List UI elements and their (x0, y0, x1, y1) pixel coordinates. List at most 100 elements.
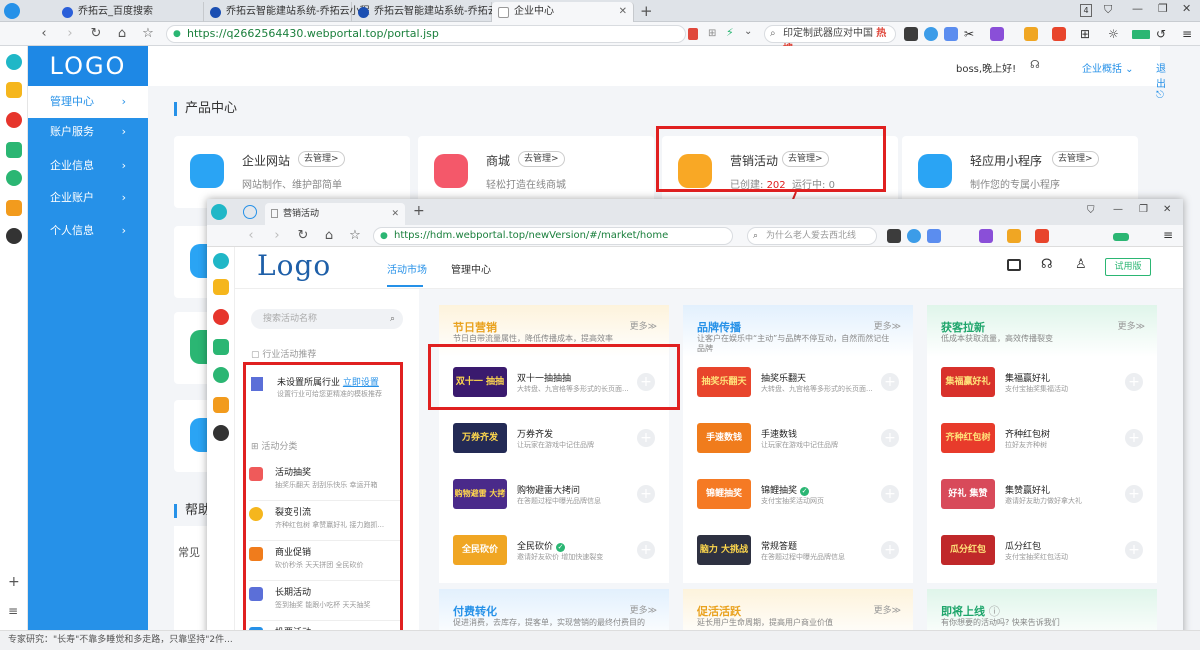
trial-button[interactable]: 试用版 (1105, 258, 1151, 276)
nav-market[interactable]: 活动市场 (387, 261, 427, 276)
address-input[interactable]: ● https://hdm.webportal.top/newVersion/#/… (373, 227, 733, 245)
activity-item[interactable]: 好礼 集赞 集赞赢好礼 邀请好友助力做好拿大礼 + (941, 475, 1147, 519)
close-icon[interactable]: ✕ (619, 2, 627, 22)
sidebar-item-company-account[interactable]: 企业账户 › (28, 182, 148, 214)
back-icon[interactable]: ‹ (243, 228, 259, 244)
product-card-website[interactable]: 企业网站 去管理> 网站制作、维护部简单 (174, 136, 410, 208)
address-input[interactable]: ● https://q2662564430.webportal.top/porta… (166, 25, 686, 43)
add-icon[interactable]: + (8, 574, 20, 590)
briefcase-icon[interactable] (1007, 259, 1021, 271)
sidebar-item-personal[interactable]: 个人信息 › (28, 215, 148, 247)
app-icon[interactable] (904, 27, 918, 41)
browser-tab[interactable]: 乔拓云_百度搜索 (56, 2, 204, 22)
shield-icon[interactable] (688, 28, 698, 40)
mail-icon[interactable] (213, 339, 229, 355)
game-icon[interactable] (1035, 229, 1049, 243)
add-icon[interactable]: + (881, 373, 899, 391)
activity-item[interactable]: 集福赢好礼 集福赢好礼 支付宝抽奖集福活动 + (941, 363, 1147, 407)
forward-icon[interactable]: › (62, 26, 78, 42)
activity-item[interactable]: 万券齐发 万券齐发 让玩家在游戏中记住品牌 + (453, 419, 659, 463)
menu-icon[interactable]: ≡ (1182, 27, 1196, 41)
app-icon[interactable] (924, 27, 938, 41)
bolt-icon[interactable]: ⚡ (726, 26, 734, 39)
browser-tab[interactable]: 乔拓云智能建站系统-乔拓云小程 (352, 2, 518, 22)
home-icon[interactable]: ⌂ (114, 26, 130, 42)
app-icon[interactable] (990, 27, 1004, 41)
app-icon[interactable] (1024, 27, 1038, 41)
link-icon[interactable] (213, 367, 229, 383)
activity-item[interactable]: 脑力 大挑战 常规答题 在答题过程中曝光品牌信息 + (697, 531, 903, 575)
add-icon[interactable]: + (637, 429, 655, 447)
portal-logo[interactable]: LOGO (28, 46, 148, 86)
game-icon[interactable] (213, 397, 229, 413)
product-card-mall[interactable]: 商城 去管理> 轻松打造在线商城 (418, 136, 654, 208)
browser-search-input[interactable]: ⌕印定制武器应对中国 热搜 (764, 25, 896, 55)
home-icon[interactable]: ⌂ (321, 228, 337, 244)
more-link[interactable]: 更多≫ (1118, 319, 1145, 332)
ie-icon[interactable] (6, 54, 22, 70)
browser-search-input[interactable]: ⌕ 为什么老人爱去西北线 (747, 227, 877, 245)
game-icon[interactable] (6, 200, 22, 216)
star-icon[interactable]: ☆ (140, 26, 156, 42)
restore-icon[interactable]: ❐ (1139, 204, 1148, 215)
app-icon[interactable] (887, 229, 901, 243)
sun-icon[interactable]: ☼ (1108, 27, 1122, 41)
sidebar-item-company-info[interactable]: 企业信息 › (28, 150, 148, 182)
add-icon[interactable]: + (1125, 373, 1143, 391)
restore-icon[interactable]: ❐ (1158, 2, 1168, 15)
play-icon[interactable] (243, 205, 257, 219)
news-ticker[interactable]: 专家研究："长寿"不靠多睡觉和多走路，只靠坚持"2件... (8, 635, 233, 645)
add-icon[interactable]: + (881, 485, 899, 503)
activity-item[interactable]: 齐种红包树 齐种红包树 拉好友齐种树 + (941, 419, 1147, 463)
activity-item[interactable]: 锦鲤抽奖 锦鲤抽奖 ✓ 支付宝抽奖活动网页 + (697, 475, 903, 519)
overview-link[interactable]: 企业概括 ⌄ (1082, 60, 1134, 75)
user-icon[interactable]: ♙ (1075, 257, 1087, 272)
star-icon[interactable] (213, 279, 229, 295)
tab-count-badge[interactable]: 4 (1080, 4, 1092, 17)
help-icon[interactable]: ⓘ (989, 605, 1000, 618)
add-icon[interactable]: + (881, 429, 899, 447)
ie-icon[interactable] (213, 253, 229, 269)
more-link[interactable]: 更多≫ (874, 319, 901, 332)
more-link[interactable]: 更多≫ (630, 319, 657, 332)
add-icon[interactable]: + (881, 541, 899, 559)
minimize-icon[interactable]: — (1132, 2, 1143, 15)
marketing-logo[interactable]: Logo (257, 249, 331, 282)
manage-button[interactable]: 去管理> (1052, 151, 1099, 167)
undo-icon[interactable]: ↺ (1156, 27, 1170, 41)
weibo-icon[interactable] (6, 112, 22, 128)
nav-manage[interactable]: 管理中心 (451, 261, 491, 276)
activity-item[interactable]: 购物避雷 大拷问购物避雷大拷问在答题过程中曝光品牌信息+ (453, 475, 659, 519)
headset-icon[interactable]: ☊ (1041, 257, 1053, 272)
star-icon[interactable] (6, 82, 22, 98)
battery-icon[interactable] (1132, 30, 1150, 39)
list-icon[interactable]: ≡ (8, 604, 18, 618)
shirt-icon[interactable]: ⛉ (1104, 3, 1112, 17)
reload-icon[interactable]: ↻ (295, 228, 311, 244)
minimize-icon[interactable]: — (1113, 204, 1123, 215)
chevron-down-icon[interactable]: ⌄ (744, 26, 752, 37)
product-card-miniprogram[interactable]: 轻应用小程序 去管理> 制作您的专属小程序 (902, 136, 1138, 208)
more-link[interactable]: 更多≫ (874, 603, 901, 616)
apps-grid-icon[interactable]: ⊞ (1080, 27, 1094, 41)
link-icon[interactable] (6, 170, 22, 186)
battery-icon[interactable] (1113, 233, 1129, 241)
sidebar-item-account[interactable]: 账户服务 › (28, 116, 148, 148)
close-icon[interactable]: ✕ (391, 203, 399, 225)
activity-search-input[interactable]: 搜索活动名称 ⌕ (251, 309, 403, 329)
forward-icon[interactable]: › (269, 228, 285, 244)
activity-item[interactable]: 抽奖乐翻天 抽奖乐翻天 大转盘、九宫格等多形式的长页面... + (697, 363, 903, 407)
panda-icon[interactable] (213, 425, 229, 441)
activity-item[interactable]: 瓜分红包 瓜分红包 支付宝抽奖红包活动 + (941, 531, 1147, 575)
app-icon[interactable] (907, 229, 921, 243)
browser-logo-icon[interactable] (4, 3, 20, 19)
scissors-icon[interactable]: ✂ (964, 27, 978, 41)
browser-tab[interactable]: 乔拓云智能建站系统-乔拓云小程 (204, 2, 370, 22)
reload-icon[interactable]: ↻ (88, 26, 104, 42)
close-window-icon[interactable]: ✕ (1163, 204, 1171, 215)
grid-icon[interactable]: ⊞ (708, 28, 716, 39)
manage-button[interactable]: 去管理> (518, 151, 565, 167)
add-icon[interactable]: + (637, 485, 655, 503)
add-icon[interactable]: + (1125, 429, 1143, 447)
back-icon[interactable]: ‹ (36, 26, 52, 42)
